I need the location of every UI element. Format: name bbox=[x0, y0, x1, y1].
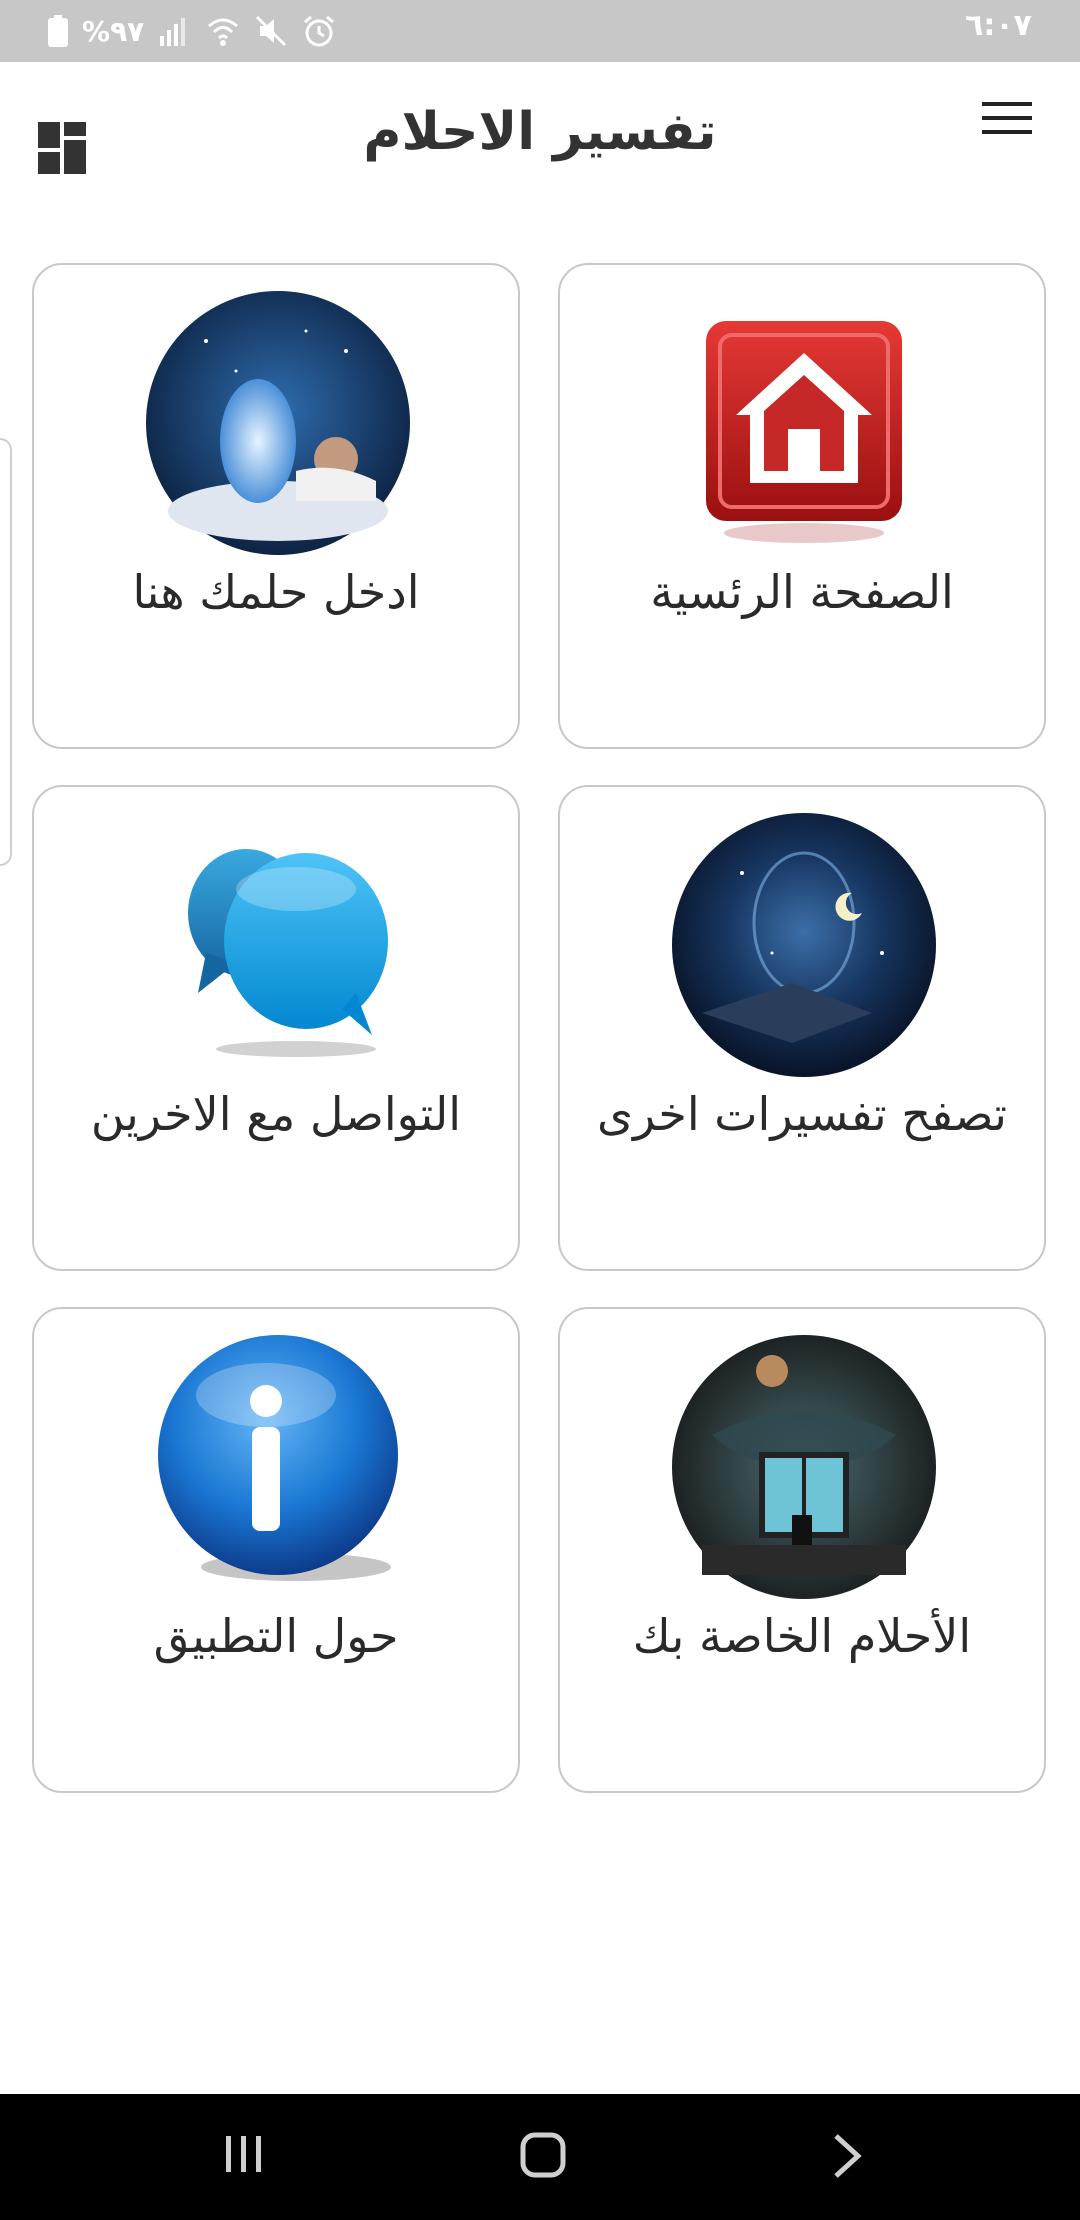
dream-image bbox=[146, 291, 410, 555]
status-time: ٦:٠٧ bbox=[965, 8, 1032, 43]
grid-item-label: الأحلام الخاصة بك bbox=[632, 1609, 972, 1663]
grid-item-browse-interpretations[interactable]: تصفح تفسيرات اخرى bbox=[558, 785, 1046, 1271]
grid-item-about-app[interactable]: حول التطبيق bbox=[32, 1307, 520, 1793]
status-icons: %٩٧ bbox=[48, 10, 336, 52]
grid-item-label: حول التطبيق bbox=[153, 1609, 399, 1663]
recents-icon[interactable] bbox=[222, 2132, 266, 2176]
mute-icon bbox=[256, 15, 287, 47]
system-nav-bar bbox=[0, 2094, 1080, 2220]
grid-item-label: التواصل مع الاخرين bbox=[90, 1087, 462, 1141]
grid-item-connect-others[interactable]: التواصل مع الاخرين bbox=[32, 785, 520, 1271]
home-icon bbox=[706, 321, 902, 543]
page-title: تفسير الاحلام bbox=[363, 102, 717, 162]
status-bar: %٩٧ ٦:٠٧ bbox=[0, 0, 1080, 62]
battery-icon bbox=[48, 15, 68, 47]
menu-icon[interactable] bbox=[982, 98, 1032, 138]
side-drawer-handle[interactable] bbox=[0, 438, 12, 866]
back-icon[interactable] bbox=[826, 2132, 870, 2180]
grid-item-label: الصفحة الرئسية bbox=[650, 565, 954, 619]
galaxy-image bbox=[672, 813, 936, 1077]
wifi-icon bbox=[208, 18, 239, 46]
signal-icon bbox=[160, 18, 186, 46]
grid-item-home[interactable]: الصفحة الرئسية bbox=[558, 263, 1046, 749]
night-window-image bbox=[672, 1335, 936, 1599]
grid-item-enter-dream[interactable]: ادخل حلمك هنا bbox=[32, 263, 520, 749]
info-icon bbox=[158, 1335, 398, 1581]
battery-percent: %٩٧ bbox=[82, 14, 145, 48]
grid-item-your-dreams[interactable]: الأحلام الخاصة بك bbox=[558, 1307, 1046, 1793]
alarm-icon bbox=[304, 15, 335, 47]
chat-icon bbox=[188, 849, 388, 1057]
grid-item-label: تصفح تفسيرات اخرى bbox=[597, 1087, 1007, 1141]
home-nav-icon[interactable] bbox=[520, 2132, 566, 2178]
app-bar: تفسير الاحلام bbox=[0, 62, 1080, 242]
grid-item-label: ادخل حلمك هنا bbox=[132, 565, 420, 619]
